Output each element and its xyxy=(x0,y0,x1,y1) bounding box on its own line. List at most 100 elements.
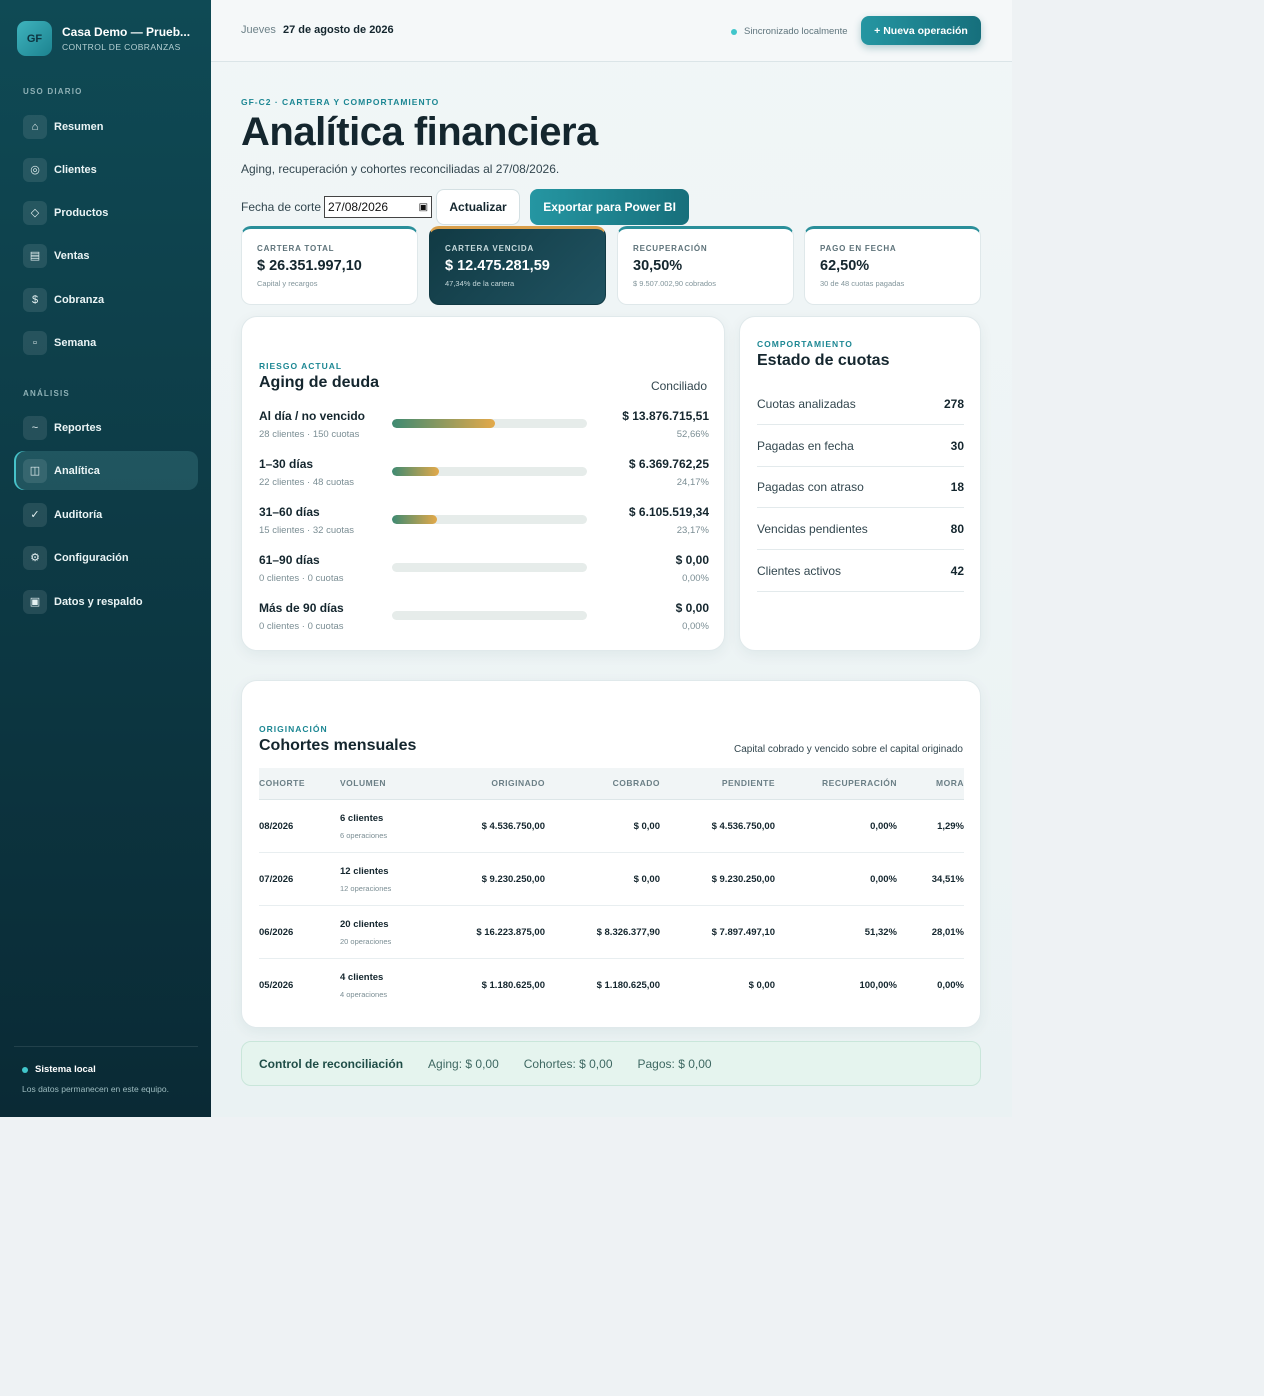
cell-clients: 4 clientes xyxy=(340,972,384,983)
cell-operations: 12 operaciones xyxy=(340,884,392,893)
cell-recovery: 51,32% xyxy=(864,927,897,938)
cell-collected: $ 1.180.625,00 xyxy=(596,980,660,991)
aging-bucket-label: Más de 90 días xyxy=(259,601,344,615)
aging-bucket-sub: 0 clientes · 0 cuotas xyxy=(259,621,344,632)
brand-subtitle: CONTROL DE COBRANZAS xyxy=(62,42,181,52)
cell-cohort: 05/2026 xyxy=(259,980,294,991)
col-header-volume[interactable]: VOLUMEN xyxy=(340,778,386,788)
update-button[interactable]: Actualizar xyxy=(436,189,521,225)
table-row: 06/2026 20 clientes 20 operaciones $ 16.… xyxy=(259,906,964,959)
export-powerbi-button[interactable]: Exportar para Power BI xyxy=(530,189,690,225)
page-title: Analítica financiera xyxy=(241,110,598,154)
brand-logo: GF xyxy=(17,21,52,56)
sidebar-item-configuracion[interactable]: ⚙ Configuración xyxy=(14,538,198,577)
cell-cohort: 07/2026 xyxy=(259,874,294,885)
reconciliation-payments: Pagos: $ 0,00 xyxy=(637,1056,712,1071)
aging-bucket-label: 31–60 días xyxy=(259,505,320,519)
brand-name: Casa Demo — Prueb... xyxy=(62,25,191,39)
calendar-picker-icon[interactable]: ▣ xyxy=(419,202,428,213)
main-content: Jueves 27 de agosto de 2026 Sincronizado… xyxy=(211,0,1012,1117)
sidebar: GF Casa Demo — Prueb... CONTROL DE COBRA… xyxy=(0,0,211,1117)
cell-recovery: 100,00% xyxy=(859,980,897,991)
aging-row: Al día / no vencido 28 clientes · 150 cu… xyxy=(259,409,709,449)
sidebar-item-productos[interactable]: ◇ Productos xyxy=(14,193,198,232)
aging-bar-fill xyxy=(392,467,440,476)
col-header-cohort[interactable]: COHORTE xyxy=(259,778,305,788)
sidebar-footer: Sistema local Los datos permanecen en es… xyxy=(14,1046,198,1094)
sidebar-item-clientes[interactable]: ◎ Clientes xyxy=(14,150,198,189)
sidebar-item-label: Ventas xyxy=(54,249,90,262)
sidebar-item-label: Datos y respaldo xyxy=(54,595,143,608)
cohorts-eyebrow: ORIGINACIÓN xyxy=(259,724,328,734)
sidebar-item-label: Semana xyxy=(54,336,97,349)
cutoff-date-input[interactable]: 27/08/2026 ▣ xyxy=(324,196,433,218)
receipt-icon: ▤ xyxy=(23,243,47,268)
sidebar-item-label: Analítica xyxy=(54,464,100,477)
sidebar-item-ventas[interactable]: ▤ Ventas xyxy=(14,236,198,275)
kpi-value: $ 12.475.281,59 xyxy=(445,258,550,274)
aging-bar-track xyxy=(392,515,587,524)
aging-bucket-amount: $ 0,00 xyxy=(675,553,709,567)
sync-dot-icon xyxy=(731,28,737,35)
sidebar-item-label: Reportes xyxy=(54,421,102,434)
cell-recovery: 0,00% xyxy=(870,821,897,832)
kpi-sub: 30 de 48 cuotas pagadas xyxy=(820,279,905,288)
system-status-title: Sistema local xyxy=(35,1064,96,1075)
col-header-originated[interactable]: ORIGINADO xyxy=(459,778,545,788)
table-header: COHORTE VOLUMEN ORIGINADO COBRADO PENDIE… xyxy=(259,768,964,800)
calendar-icon: ▫ xyxy=(23,330,47,355)
sidebar-item-resumen[interactable]: ⌂ Resumen xyxy=(14,107,198,146)
kpi-label: CARTERA TOTAL xyxy=(257,244,335,253)
cell-pending: $ 9.230.250,00 xyxy=(711,874,775,885)
kpi-recovery: RECUPERACIÓN 30,50% $ 9.507.002,90 cobra… xyxy=(617,226,794,305)
sync-status-label: Sincronizado localmente xyxy=(744,26,848,37)
aging-bar-fill xyxy=(392,419,495,428)
state-label: Cuotas analizadas xyxy=(757,396,856,411)
kpi-value: $ 26.351.997,10 xyxy=(257,258,362,274)
kpi-sub: $ 9.507.002,90 cobrados xyxy=(633,279,716,288)
cutoff-date-label: Fecha de corte xyxy=(241,200,322,214)
home-icon: ⌂ xyxy=(23,114,47,139)
dollar-icon: $ xyxy=(23,287,47,312)
reconciliation-bar: Control de reconciliación Aging: $ 0,00 … xyxy=(241,1041,981,1086)
sidebar-item-auditoria[interactable]: ✓ Auditoría xyxy=(14,495,198,534)
cell-originated: $ 9.230.250,00 xyxy=(481,874,545,885)
cell-collected: $ 0,00 xyxy=(633,821,660,832)
cell-clients: 12 clientes xyxy=(340,866,389,877)
kpi-label: RECUPERACIÓN xyxy=(633,244,708,253)
sidebar-item-semana[interactable]: ▫ Semana xyxy=(14,323,198,362)
state-value: 42 xyxy=(950,563,964,578)
sidebar-item-reportes[interactable]: ~ Reportes xyxy=(14,408,198,447)
aging-row: 31–60 días 15 clientes · 32 cuotas $ 6.1… xyxy=(259,505,709,545)
col-header-pending[interactable]: PENDIENTE xyxy=(689,778,775,788)
users-icon: ◎ xyxy=(23,157,47,182)
kpi-sub: Capital y recargos xyxy=(257,279,318,288)
sidebar-item-datos[interactable]: ▣ Datos y respaldo xyxy=(14,582,198,621)
reconciliation-aging: Aging: $ 0,00 xyxy=(428,1056,499,1071)
new-operation-button[interactable]: + Nueva operación xyxy=(861,16,981,45)
state-label: Pagadas con atraso xyxy=(757,479,864,494)
table-row: 08/2026 6 clientes 6 operaciones $ 4.536… xyxy=(259,800,964,853)
sidebar-item-cobranza[interactable]: $ Cobranza xyxy=(14,280,198,319)
sidebar-item-label: Auditoría xyxy=(54,508,103,521)
database-icon: ▣ xyxy=(23,589,47,614)
kpi-sub: 47,34% de la cartera xyxy=(445,279,515,288)
cell-originated: $ 16.223.875,00 xyxy=(476,927,545,938)
col-header-recovery[interactable]: RECUPERACIÓN xyxy=(797,778,897,788)
cell-recovery: 0,00% xyxy=(870,874,897,885)
sidebar-item-label: Clientes xyxy=(54,163,97,176)
brand[interactable]: GF Casa Demo — Prueb... CONTROL DE COBRA… xyxy=(17,21,192,56)
col-header-delinquency[interactable]: MORA xyxy=(904,778,964,788)
system-status-subtitle: Los datos permanecen en este equipo. xyxy=(22,1084,169,1094)
sidebar-item-label: Productos xyxy=(54,206,109,219)
cell-operations: 4 operaciones xyxy=(340,990,388,999)
aging-bucket-sub: 28 clientes · 150 cuotas xyxy=(259,429,360,440)
cell-delinquency: 0,00% xyxy=(937,980,964,991)
aging-bucket-amount: $ 0,00 xyxy=(675,601,709,615)
col-header-collected[interactable]: COBRADO xyxy=(574,778,660,788)
cell-pending: $ 0,00 xyxy=(748,980,775,991)
top-day: Jueves xyxy=(241,24,276,36)
aging-row: 61–90 días 0 clientes · 0 cuotas $ 0,00 … xyxy=(259,553,709,593)
cell-delinquency: 1,29% xyxy=(937,821,964,832)
sidebar-item-analitica[interactable]: ◫ Analítica xyxy=(14,451,198,490)
